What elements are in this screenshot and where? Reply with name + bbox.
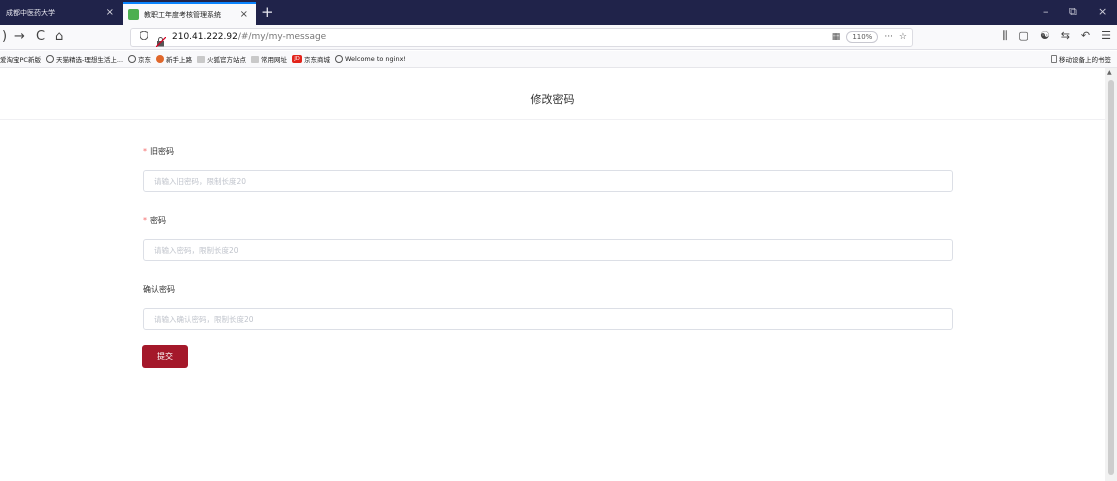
field-label: 密码 <box>150 216 166 225</box>
site-favicon-icon <box>128 9 139 20</box>
submit-button[interactable]: 提交 <box>142 345 188 368</box>
scroll-thumb[interactable] <box>1108 80 1114 475</box>
tab-chengdu-university[interactable]: 成都中医药大学 × <box>0 0 122 25</box>
required-mark: * <box>143 147 147 156</box>
page-scrollbar[interactable]: ▲ <box>1105 68 1117 481</box>
minimize-icon[interactable]: – <box>1043 5 1049 18</box>
tab-label: 成都中医药大学 <box>6 8 55 17</box>
main-content: 修改密码 * 旧密码 * 密码 确认密码 提交 <box>0 68 1105 481</box>
old-password-label: * 旧密码 <box>143 146 174 157</box>
tab-label: 教职工年度考核管理系统 <box>144 10 221 19</box>
bookmark-star-icon[interactable]: ☆ <box>899 32 907 42</box>
bookmark-label: 京东 <box>138 56 152 64</box>
home-icon[interactable]: ⌂ <box>55 28 63 46</box>
bookmark-item[interactable]: 常用网址 <box>251 54 287 64</box>
page-title: 修改密码 <box>530 93 575 106</box>
globe-icon <box>335 55 344 63</box>
zoom-level-badge[interactable]: 110% <box>846 31 879 43</box>
bookmarks-toolbar: 爱淘宝PC新版 天猫精选-理想生活上... 京东 新手上路 火狐官方站点 常用网… <box>0 51 1117 68</box>
jd-icon: JD <box>292 55 303 63</box>
globe-icon <box>45 55 54 63</box>
bookmark-item[interactable]: 爱淘宝PC新版 <box>0 54 41 64</box>
library-icon[interactable]: ⫼ <box>1002 29 1007 43</box>
mobile-device-icon <box>1051 55 1057 63</box>
firefox-icon <box>156 55 165 63</box>
url-bar[interactable]: 210.41.222.92/#/my/my-message ▦ 110% ···… <box>130 28 913 48</box>
page-actions-icon[interactable]: ··· <box>884 32 893 42</box>
bookmark-label: 火狐官方站点 <box>207 56 247 64</box>
bookmark-item[interactable]: JD 京东商城 <box>292 54 330 64</box>
restore-icon[interactable]: ⧉ <box>1069 5 1077 19</box>
globe-icon <box>128 55 137 63</box>
tracking-shield-icon[interactable] <box>139 30 149 43</box>
bookmark-label: 爱淘宝PC新版 <box>0 56 41 64</box>
bookmark-label: 京东商城 <box>304 56 331 64</box>
bookmark-label: Welcome to nginx! <box>345 55 407 63</box>
tab-close-icon[interactable]: × <box>240 9 248 20</box>
bookmark-label: 常用网址 <box>261 56 288 64</box>
tab-assessment-system[interactable]: 教职工年度考核管理系统 × <box>123 2 256 25</box>
navigation-bar: ) → C ⌂ 210.41.222.92/#/my/my-message ▦ … <box>0 25 1117 50</box>
url-text[interactable]: 210.41.222.92/#/my/my-message <box>172 32 326 42</box>
confirm-password-label: 确认密码 <box>143 284 175 295</box>
bookmark-item[interactable]: 火狐官方站点 <box>197 54 246 64</box>
new-password-input[interactable] <box>143 239 953 261</box>
forward-icon[interactable]: → <box>14 28 25 46</box>
bookmark-label: 新手上路 <box>166 56 193 64</box>
url-path: /#/my/my-message <box>237 32 327 42</box>
field-label: 确认密码 <box>143 285 175 294</box>
sidebar-icon[interactable]: ▢ <box>1018 29 1028 43</box>
divider <box>0 119 1105 120</box>
folder-icon <box>197 55 206 63</box>
sync-icon[interactable]: ⇆ <box>1061 29 1070 43</box>
close-window-icon[interactable]: × <box>1098 5 1107 18</box>
url-host: 210.41.222.92 <box>172 32 238 42</box>
mobile-bookmarks[interactable]: 移动设备上的书签 <box>1051 54 1111 64</box>
mobile-bookmarks-label: 移动设备上的书签 <box>1059 56 1111 64</box>
insecure-lock-icon[interactable] <box>155 32 167 48</box>
required-mark: * <box>143 216 147 225</box>
bookmark-label: 天猫精选-理想生活上... <box>55 56 124 64</box>
tab-close-icon[interactable]: × <box>106 7 114 18</box>
bookmark-item[interactable]: Welcome to nginx! <box>335 55 406 63</box>
scroll-up-icon[interactable]: ▲ <box>1107 69 1112 76</box>
folder-icon <box>251 55 260 63</box>
extension-icon[interactable]: ☯ <box>1040 29 1050 43</box>
undo-icon[interactable]: ↶ <box>1081 29 1090 43</box>
old-password-input[interactable] <box>143 170 953 192</box>
back-icon[interactable]: ) <box>2 28 7 46</box>
reload-icon[interactable]: C <box>36 28 45 46</box>
password-label: * 密码 <box>143 215 166 226</box>
bookmark-item[interactable]: 京东 <box>128 54 151 64</box>
tab-strip: 成都中医药大学 × 教职工年度考核管理系统 × + – ⧉ × <box>0 0 1117 25</box>
qr-code-icon[interactable]: ▦ <box>832 32 841 42</box>
bookmark-item[interactable]: 新手上路 <box>156 54 192 64</box>
bookmark-item[interactable]: 天猫精选-理想生活上... <box>45 54 124 64</box>
new-tab-icon[interactable]: + <box>261 3 274 21</box>
menu-icon[interactable]: ☰ <box>1101 29 1111 43</box>
confirm-password-input[interactable] <box>143 308 953 330</box>
field-label: 旧密码 <box>150 147 174 156</box>
